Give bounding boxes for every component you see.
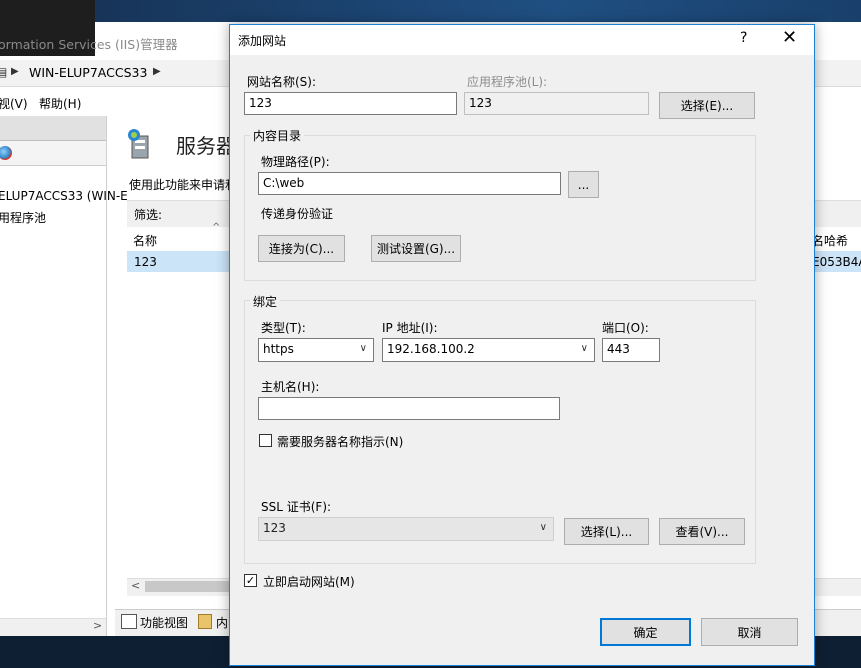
ip-address-select[interactable]: 192.168.100.2 ∨	[382, 338, 595, 362]
dialog-title: 添加网站	[238, 34, 287, 48]
filter-label: 筛选:	[134, 208, 163, 222]
sni-label: 需要服务器名称指示(N)	[277, 435, 404, 449]
page-heading: 服务器	[176, 134, 236, 158]
features-view-icon	[121, 614, 137, 629]
hostname-label: 主机名(H):	[261, 380, 320, 394]
scroll-left-icon[interactable]: <	[131, 579, 140, 592]
chevron-down-icon: ∨	[580, 343, 588, 354]
start-immediately-checkbox[interactable]: ✓	[244, 574, 257, 587]
ssl-cert-select[interactable]: 123 ∨	[258, 517, 554, 541]
row-hash-cell: E053B4A	[812, 255, 861, 269]
address-crumb-server[interactable]: WIN-ELUP7ACCS33	[29, 65, 147, 80]
binding-label: 绑定	[250, 293, 281, 310]
tree-item-app-pools[interactable]: 用程序池	[0, 209, 46, 226]
menu-view[interactable]: 视(V)	[0, 95, 28, 112]
column-header-name[interactable]: 名称	[133, 232, 157, 249]
row-name-cell: 123	[134, 255, 157, 269]
ssl-select-button[interactable]: 选择(L)...	[564, 518, 649, 545]
hostname-input[interactable]	[258, 397, 560, 420]
ssl-view-button[interactable]: 查看(V)...	[659, 518, 745, 545]
connect-as-button[interactable]: 连接为(C)...	[258, 235, 345, 262]
dialog-title-bar[interactable]	[230, 25, 814, 55]
pass-through-auth-label: 传递身份验证	[261, 207, 334, 221]
sni-checkbox[interactable]	[259, 434, 272, 447]
ip-address-label: IP 地址(I):	[382, 321, 438, 335]
site-name-input[interactable]: 123	[244, 92, 457, 115]
port-label: 端口(O):	[602, 321, 649, 335]
binding-type-value: https	[263, 342, 294, 356]
chevron-down-icon: ∨	[359, 343, 367, 354]
actions-pane-top	[813, 116, 861, 200]
binding-type-label: 类型(T):	[261, 321, 306, 335]
chevron-right-icon[interactable]: ▶	[153, 66, 161, 77]
physical-path-input[interactable]: C:\web	[258, 172, 561, 195]
scroll-right-icon[interactable]: >	[93, 619, 102, 632]
sort-up-icon: ^	[212, 222, 221, 233]
column-header-hash[interactable]: 名哈希	[812, 232, 848, 249]
help-button[interactable]: ?	[740, 30, 747, 46]
browse-path-button[interactable]: ...	[568, 171, 599, 198]
ssl-cert-value: 123	[263, 521, 286, 535]
chevron-right-icon[interactable]: ▶	[11, 66, 19, 77]
scrollbar-thumb[interactable]	[145, 581, 231, 592]
chevron-down-icon: ∨	[539, 522, 547, 533]
ssl-cert-label: SSL 证书(F):	[261, 500, 332, 514]
app-pool-input: 123	[464, 92, 649, 115]
connections-scrollbar[interactable]	[0, 618, 106, 636]
tab-features-view[interactable]: 功能视图	[140, 614, 188, 631]
port-input[interactable]: 443	[602, 338, 660, 362]
site-name-label: 网站名称(S):	[247, 75, 317, 89]
tree-item-server[interactable]: ELUP7ACCS33 (WIN-E	[0, 189, 128, 203]
desktop-background	[95, 0, 861, 22]
physical-path-label: 物理路径(P):	[261, 155, 330, 169]
content-view-icon	[198, 614, 212, 629]
select-app-pool-button[interactable]: 选择(E)...	[659, 92, 755, 119]
close-icon[interactable]: ✕	[782, 27, 797, 48]
test-settings-button[interactable]: 测试设置(G)...	[371, 235, 461, 262]
tab-content-view[interactable]: 内	[216, 614, 228, 631]
menu-help[interactable]: 帮助(H)	[39, 95, 81, 112]
app-pool-label: 应用程序池(L):	[467, 75, 548, 89]
page-description: 使用此功能来申请和	[129, 178, 238, 192]
binding-type-select[interactable]: https ∨	[258, 338, 374, 362]
ok-button[interactable]: 确定	[600, 618, 691, 646]
iis-window-title: ormation Services (IIS)管理器	[0, 37, 178, 52]
ip-address-value: 192.168.100.2	[387, 342, 475, 356]
start-immediately-label: 立即启动网站(M)	[263, 575, 355, 589]
content-directory-label: 内容目录	[250, 127, 305, 144]
connections-icon-row	[0, 141, 106, 166]
check-icon: ✓	[245, 574, 256, 587]
cancel-button[interactable]: 取消	[701, 618, 798, 646]
address-server-icon: ▤	[0, 65, 8, 79]
connections-toolbar	[0, 116, 106, 141]
server-icon	[128, 129, 149, 159]
